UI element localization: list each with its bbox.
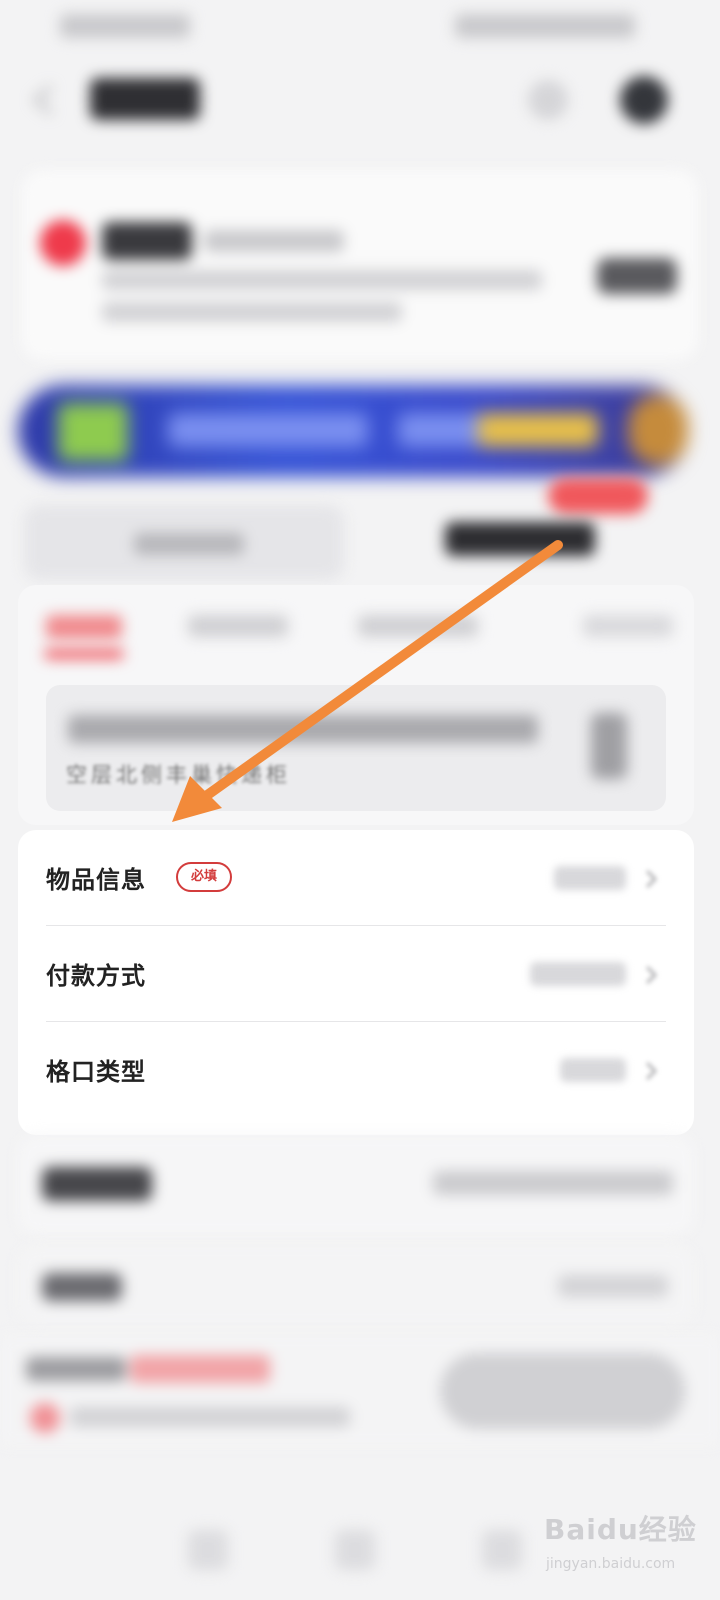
payment-method-row[interactable]: 付款方式	[46, 926, 666, 1022]
watermark-url: jingyan.baidu.com	[546, 1556, 676, 1572]
cabinet-location-text: 空层北侧丰巢快递柜	[66, 763, 291, 787]
banner-text	[168, 413, 368, 447]
tab-item[interactable]	[583, 615, 673, 637]
nav-back-button[interactable]	[188, 1530, 228, 1570]
chevron-right-icon	[645, 869, 658, 889]
banner-text	[398, 413, 598, 447]
tab-option-label	[134, 533, 244, 555]
tab-option-right[interactable]	[445, 522, 595, 556]
item-info-row[interactable]: 物品信息 必填	[46, 830, 666, 926]
tab-item[interactable]	[188, 615, 288, 637]
sender-address-line	[102, 270, 542, 290]
agreement-text	[70, 1407, 350, 1427]
sender-phone	[204, 230, 344, 252]
tab-option-left[interactable]	[24, 505, 344, 580]
agreement-checkbox[interactable]	[30, 1403, 60, 1433]
remark-row[interactable]	[18, 1245, 694, 1325]
insurance-label	[42, 1167, 152, 1201]
tab-item[interactable]	[358, 615, 478, 637]
banner-image	[58, 403, 128, 461]
item-info-value	[554, 866, 626, 890]
payment-method-value	[530, 962, 626, 986]
tab-indicator	[44, 649, 124, 659]
item-info-label: 物品信息	[46, 865, 146, 894]
locker-icon[interactable]	[591, 713, 627, 779]
cabinet-location-box[interactable]: 空层北侧丰巢快递柜	[46, 685, 666, 811]
cabinet-card: 空层北侧丰巢快递柜	[18, 585, 694, 825]
nav-home-button[interactable]	[335, 1530, 375, 1570]
submit-button[interactable]	[440, 1353, 685, 1429]
nav-recent-button[interactable]	[482, 1530, 522, 1570]
required-badge: 必填	[176, 862, 232, 892]
avatar-icon[interactable]	[620, 76, 668, 124]
chevron-right-icon	[645, 965, 658, 985]
locker-type-label: 格口类型	[46, 1057, 146, 1086]
address-book-button[interactable]	[597, 258, 677, 294]
price-label	[26, 1357, 126, 1381]
status-bar	[0, 0, 720, 50]
sender-address-line	[102, 302, 402, 322]
locker-type-row[interactable]: 格口类型	[46, 1022, 666, 1118]
promo-badge	[548, 478, 648, 514]
insurance-row[interactable]	[18, 1135, 694, 1235]
banner-decoration	[628, 395, 688, 465]
chevron-right-icon	[645, 1061, 658, 1081]
watermark-logo: Baidu经验	[544, 1513, 697, 1546]
remark-label	[42, 1273, 122, 1301]
header	[0, 60, 720, 140]
form-card: 物品信息 必填 付款方式 格口类型	[18, 830, 694, 1135]
tab-active[interactable]	[46, 615, 122, 639]
back-icon[interactable]	[24, 80, 64, 120]
insurance-value	[433, 1171, 673, 1195]
cabinet-address-line	[68, 715, 538, 743]
sender-name	[102, 222, 192, 260]
page-title	[90, 78, 200, 120]
remark-value	[558, 1275, 668, 1297]
payment-method-label: 付款方式	[46, 961, 146, 990]
bottom-action-bar	[0, 1335, 720, 1445]
more-icon[interactable]	[528, 80, 568, 120]
locker-type-value	[560, 1058, 626, 1082]
status-indicators	[455, 14, 635, 38]
status-time	[60, 14, 190, 38]
sender-icon	[40, 220, 86, 266]
promo-banner[interactable]	[18, 385, 688, 477]
address-card[interactable]	[22, 170, 698, 360]
price-value	[130, 1355, 270, 1383]
watermark: Baidu经验 jingyan.baidu.com	[540, 1490, 710, 1590]
